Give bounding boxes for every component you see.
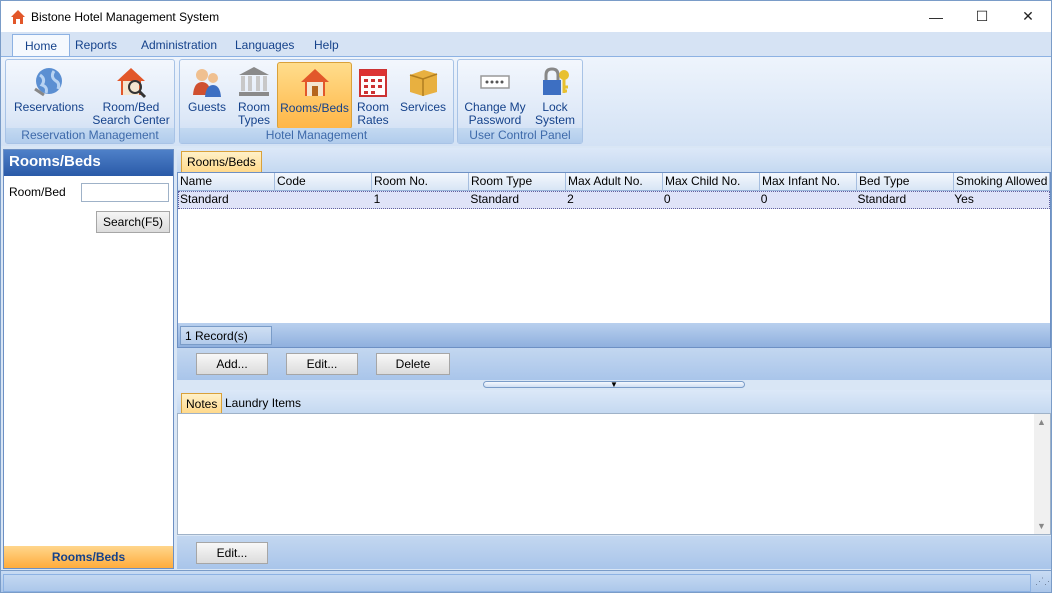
minimize-button[interactable]: — [913, 1, 959, 32]
record-count: 1 Record(s) [180, 326, 272, 345]
guests-button[interactable]: Guests [184, 62, 230, 128]
table-cell: 1 [373, 192, 381, 206]
scroll-down-icon[interactable]: ▼ [1037, 521, 1046, 531]
delete-button[interactable]: Delete [376, 353, 450, 375]
notes-textarea[interactable]: ▲ ▼ [177, 413, 1051, 535]
notes-scrollbar[interactable]: ▲ ▼ [1034, 414, 1050, 534]
building-columns-icon [239, 67, 269, 96]
group-reservation-management: Reservations Room/Bed Search Center Rese… [5, 59, 175, 144]
app-window: Bistone Hotel Management System — ☐ ✕ Ho… [0, 0, 1052, 593]
room-rates-label-line2: Rates [357, 113, 389, 127]
lock-key-icon [543, 67, 569, 95]
window-title: Bistone Hotel Management System [31, 9, 220, 24]
ribbon: Reservations Room/Bed Search Center Rese… [1, 56, 1051, 146]
group-hotel-management: Guests Room Types Rooms/Beds Room Rates … [179, 59, 454, 144]
tab-home[interactable]: Home [12, 34, 71, 56]
lock-system-label-line2: System [534, 113, 575, 127]
table-cell: Standard [180, 192, 229, 206]
table-cell: Standard [857, 192, 907, 206]
reservations-button[interactable]: Reservations [10, 62, 88, 128]
document-tab-bar: Rooms/Beds [177, 148, 1051, 172]
column-header[interactable]: Max Child No. [663, 173, 760, 191]
status-bar: ⋰⋰ [1, 570, 1051, 592]
room-rates-button[interactable]: Room Rates [354, 62, 392, 128]
group-label-hotel: Hotel Management [180, 128, 453, 143]
notes-button-bar: Edit... [177, 536, 1051, 569]
tab-reports[interactable]: Reports [63, 34, 129, 56]
group-label-reservation: Reservation Management [6, 128, 174, 143]
grid-footer: 1 Record(s) [178, 323, 1050, 347]
table-row[interactable]: Standard 1 Standard 2 0 0 Standard Yes [178, 191, 1050, 209]
tab-rooms-beds[interactable]: Rooms/Beds [181, 151, 262, 172]
package-icon [409, 70, 438, 96]
room-bed-search-input[interactable] [81, 183, 169, 202]
change-password-button[interactable]: Change My Password [462, 62, 528, 128]
rooms-beds-label: Rooms/Beds [280, 101, 349, 115]
table-cell [276, 192, 373, 208]
column-header[interactable]: Max Infant No. [760, 173, 857, 191]
group-user-control-panel: Change My Password Lock System User Cont… [457, 59, 583, 144]
title-bar: Bistone Hotel Management System — ☐ ✕ [1, 1, 1051, 32]
tab-laundry-items[interactable]: Laundry Items [221, 393, 305, 413]
tab-help[interactable]: Help [302, 34, 351, 56]
room-bed-label-line2: Search Center [92, 113, 170, 127]
table-cell: Standard [470, 192, 520, 206]
rooms-beds-button[interactable]: Rooms/Beds [277, 62, 352, 129]
column-header[interactable]: Smoking Allowed [954, 173, 1050, 191]
column-header[interactable]: Max Adult No. [566, 173, 663, 191]
column-header[interactable]: Bed Type [857, 173, 954, 191]
scroll-up-icon[interactable]: ▲ [1037, 417, 1046, 427]
navigation-pane: Rooms/Beds Room/Bed Search(F5) Rooms/Bed… [3, 149, 174, 569]
services-button[interactable]: Services [395, 62, 451, 128]
reservations-label: Reservations [13, 100, 85, 114]
ribbon-tab-bar: Home Reports Administration Languages He… [1, 32, 1051, 56]
nav-pane-header: Rooms/Beds [4, 150, 173, 176]
close-button[interactable]: ✕ [1005, 1, 1051, 32]
chevron-down-icon: ▼ [610, 380, 618, 389]
nav-pane-footer-rooms-beds[interactable]: Rooms/Beds [4, 546, 173, 568]
room-bed-search-center-button[interactable]: Room/Bed Search Center [92, 62, 170, 128]
table-cell: 2 [567, 192, 574, 206]
add-button[interactable]: Add... [196, 353, 268, 375]
room-types-button[interactable]: Room Types [232, 62, 276, 128]
house-search-icon [117, 68, 147, 99]
guests-icon [193, 69, 221, 97]
password-field-icon [480, 75, 510, 89]
notes-edit-button[interactable]: Edit... [196, 542, 268, 564]
rooms-grid: Name Code Room No. Room Type Max Adult No. Ma… [177, 172, 1051, 348]
detail-tab-bar: Notes Laundry Items [177, 390, 1051, 413]
resize-grip-icon[interactable]: ⋰⋰ [1035, 577, 1051, 592]
globe-icon [34, 68, 62, 97]
maximize-button[interactable]: ☐ [959, 1, 1005, 32]
change-password-label-line2: Password [468, 113, 522, 127]
house-icon [11, 9, 25, 24]
table-cell: 0 [760, 192, 768, 206]
status-cell [3, 574, 1031, 592]
search-button[interactable]: Search(F5) [96, 211, 170, 233]
grid-button-bar: Add... Edit... Delete [177, 348, 1051, 380]
tab-notes[interactable]: Notes [181, 393, 223, 413]
table-cell: Yes [954, 192, 974, 206]
column-header[interactable]: Room No. [372, 173, 469, 191]
room-bed-field-label: Room/Bed [9, 185, 66, 199]
edit-button[interactable]: Edit... [286, 353, 358, 375]
house-icon [300, 69, 329, 96]
lock-system-button[interactable]: Lock System [532, 62, 578, 128]
calendar-icon [359, 69, 387, 97]
guests-label: Guests [187, 100, 226, 114]
column-header[interactable]: Code [275, 173, 372, 191]
splitter-handle[interactable]: ▼ [483, 380, 745, 389]
services-label: Services [399, 100, 446, 114]
group-label-user: User Control Panel [458, 128, 582, 143]
column-header[interactable]: Name [178, 173, 275, 191]
table-cell: 0 [663, 192, 671, 206]
room-types-label-line2: Types [237, 113, 270, 127]
tab-administration[interactable]: Administration [129, 34, 229, 56]
grid-header: Name Code Room No. Room Type Max Adult No. Ma… [178, 173, 1050, 191]
tab-languages[interactable]: Languages [223, 34, 306, 56]
column-header[interactable]: Room Type [469, 173, 566, 191]
main-pane: Rooms/Beds Name Code Room No. Room Type Max … [177, 148, 1051, 569]
